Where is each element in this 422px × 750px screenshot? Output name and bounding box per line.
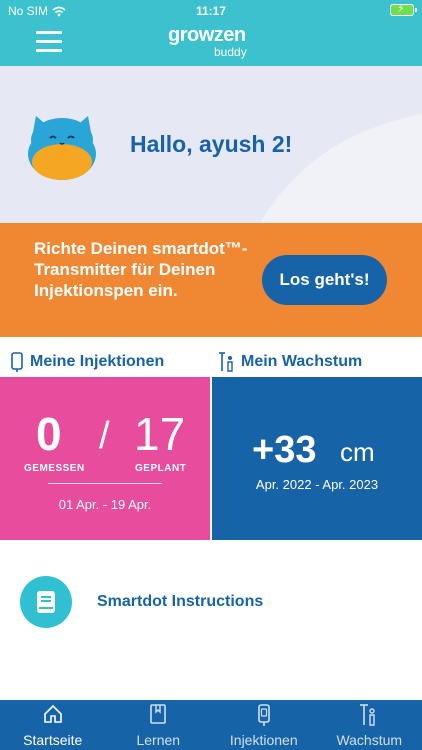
greeting-text: Hallo, ayush 2! — [130, 131, 293, 157]
nav-growth[interactable]: Wachstum — [317, 700, 422, 750]
nav-home[interactable]: Startseite — [0, 700, 106, 750]
divider — [48, 483, 162, 484]
status-bar: No SIM 11:17 ⚡ — [0, 0, 422, 22]
smartdot-setup-banner: Richte Deinen smartdot™-Transmitter für … — [0, 223, 422, 337]
pen-icon — [11, 352, 23, 372]
growth-value: +33 — [252, 429, 317, 471]
tab-injections-label: Meine Injektionen — [30, 353, 165, 370]
tab-growth[interactable]: Mein Wachstum — [219, 352, 362, 372]
pen-icon — [257, 704, 270, 726]
tab-growth-label: Mein Wachstum — [241, 353, 363, 370]
height-measure-icon — [360, 704, 375, 726]
nav-learn[interactable]: Lernen — [106, 700, 212, 750]
mascot-avatar — [28, 116, 96, 180]
nav-learn-label: Lernen — [136, 732, 181, 748]
height-measure-icon — [219, 352, 233, 372]
measured-count: 0 — [36, 408, 62, 460]
clock: 11:17 — [195, 4, 227, 18]
bottom-navigation: Startseite Lernen Injektionen Wachstum — [0, 700, 422, 750]
book-icon — [150, 704, 167, 724]
growth-date-range: Apr. 2022 - Apr. 2023 — [255, 477, 379, 492]
app-header: No SIM 11:17 ⚡ growzen buddy — [0, 0, 422, 66]
growth-unit: cm — [340, 437, 375, 467]
logo-main-text: growzen — [168, 24, 246, 46]
battery-icon: ⚡ — [390, 3, 417, 16]
logo-sub-text: buddy — [214, 45, 247, 59]
nav-injections-label: Injektionen — [229, 732, 298, 748]
app-logo: growzen buddy — [168, 24, 258, 60]
growth-summary-card[interactable]: +33 cm Apr. 2022 - Apr. 2023 — [212, 377, 422, 540]
home-icon — [43, 704, 62, 723]
planned-label: GEPLANT — [135, 463, 187, 474]
banner-text: Richte Deinen smartdot™-Transmitter für … — [34, 239, 248, 300]
tab-injections[interactable]: Meine Injektionen — [10, 352, 164, 372]
book-icon — [20, 576, 72, 628]
smartdot-instructions-label: Smartdot Instructions — [97, 593, 264, 610]
count-separator: / — [99, 415, 110, 457]
measured-label: GEMESSEN — [24, 463, 85, 474]
hamburger-menu-icon[interactable] — [36, 31, 62, 53]
smartdot-instructions-item[interactable]: Smartdot Instructions — [0, 540, 422, 700]
injection-date-range: 01 Apr. - 19 Apr. — [58, 497, 152, 512]
nav-home-label: Startseite — [23, 732, 83, 748]
injections-summary-card[interactable]: 0 / 17 GEMESSEN GEPLANT 01 Apr. - 19 Apr… — [0, 377, 210, 540]
planned-count: 17 — [134, 408, 186, 460]
get-started-button[interactable]: Los geht's! — [262, 255, 387, 305]
nav-injections[interactable]: Injektionen — [211, 700, 317, 750]
nav-growth-label: Wachstum — [336, 732, 403, 748]
section-tabs: Meine Injektionen Mein Wachstum — [0, 345, 422, 377]
